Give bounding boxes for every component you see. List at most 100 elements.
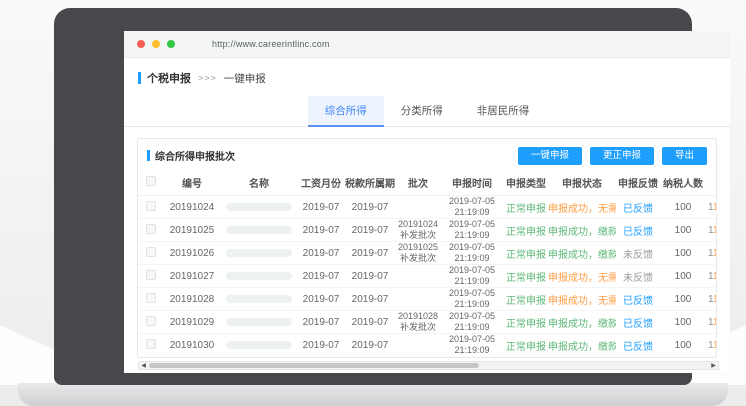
browser-address-bar[interactable]: http://www.careerintlinc.com <box>124 31 730 58</box>
cell-tax-period: 2019-07 <box>344 265 396 288</box>
cell-id: 20191029 <box>164 311 220 334</box>
export-button[interactable]: 导出 <box>662 147 707 165</box>
checkbox-icon[interactable] <box>146 339 156 349</box>
cell-declare-time: 2019-07-0521:19:09 <box>440 288 504 311</box>
cell-name <box>220 242 298 265</box>
redacted-name-bar <box>226 318 292 326</box>
laptop-frame: http://www.careerintlinc.com 个税申报 >>> 一键… <box>54 8 692 385</box>
checkbox-icon[interactable] <box>146 176 156 186</box>
window-minimize-icon[interactable] <box>152 40 160 48</box>
cell-declare-time: 2019-07-0521:19:09 <box>440 334 504 357</box>
cell-declare-status: 申报成功，缴款成功 <box>548 242 616 265</box>
cell-declare-feedback: 已反馈 <box>616 219 660 242</box>
scroll-right-icon[interactable]: ▶ <box>709 362 718 369</box>
redacted-name-bar <box>226 203 292 211</box>
cell-batch <box>396 288 440 311</box>
accent-bar-icon <box>147 150 150 161</box>
cell-declare-status: 申报成功，无需缴款 <box>548 265 616 288</box>
cell-taxpayer-count: 100 <box>660 196 706 219</box>
cell-declare-type: 正常申报 <box>504 219 548 242</box>
column-header-10: 纳税人数 <box>660 170 706 196</box>
table-row: 201910292019-072019-0720191028补发批次2019-0… <box>138 311 716 334</box>
cell-clipped-overflow: 11 <box>706 242 716 265</box>
horizontal-scrollbar[interactable]: ◀ ▶ <box>138 361 719 370</box>
cell-tax-period: 2019-07 <box>344 242 396 265</box>
income-type-tabs: 综合所得分类所得非居民所得 <box>124 96 730 127</box>
cell-taxpayer-count: 100 <box>660 311 706 334</box>
cell-tax-period: 2019-07 <box>344 196 396 219</box>
row-checkbox-cell[interactable] <box>138 265 164 288</box>
laptop-base <box>18 383 728 406</box>
cell-id: 20191026 <box>164 242 220 265</box>
laptop-screen: http://www.careerintlinc.com 个税申报 >>> 一键… <box>124 31 730 373</box>
select-all-checkbox[interactable] <box>138 170 164 196</box>
breadcrumb: 个税申报 >>> 一键申报 <box>138 70 730 86</box>
checkbox-icon[interactable] <box>146 224 156 234</box>
column-header-5: 批次 <box>396 170 440 196</box>
window-close-icon[interactable] <box>137 40 145 48</box>
cell-declare-feedback: 未反馈 <box>616 265 660 288</box>
cell-taxpayer-count: 100 <box>660 265 706 288</box>
cell-batch <box>396 196 440 219</box>
one-key-declare-button[interactable]: 一键申报 <box>518 147 582 165</box>
scroll-left-icon[interactable]: ◀ <box>139 362 148 369</box>
cell-id: 20191027 <box>164 265 220 288</box>
column-header-4: 税款所属期 <box>344 170 396 196</box>
scrollbar-thumb[interactable] <box>149 363 479 368</box>
panel-title: 综合所得申报批次 <box>147 148 235 163</box>
checkbox-icon[interactable] <box>146 293 156 303</box>
cell-batch: 20191025补发批次 <box>396 242 440 265</box>
tab-0[interactable]: 综合所得 <box>308 96 384 126</box>
table-row: 201910272019-072019-072019-07-0521:19:09… <box>138 265 716 288</box>
row-checkbox-cell[interactable] <box>138 288 164 311</box>
breadcrumb-page[interactable]: 一键申报 <box>224 71 266 86</box>
cell-clipped-overflow: 11 <box>706 196 716 219</box>
checkbox-icon[interactable] <box>146 201 156 211</box>
cell-clipped-overflow: 11 <box>706 288 716 311</box>
cell-batch: 20191028补发批次 <box>396 311 440 334</box>
table-row: 201910302019-072019-072019-07-0521:19:09… <box>138 334 716 357</box>
cell-wage-month: 2019-07 <box>298 334 344 357</box>
row-checkbox-cell[interactable] <box>138 334 164 357</box>
cell-declare-time: 2019-07-0521:19:09 <box>440 242 504 265</box>
batch-table: 编号名称工资月份税款所属期批次申报时间申报类型申报状态申报反馈纳税人数 2019… <box>138 170 716 357</box>
redacted-name-bar <box>226 226 292 234</box>
checkbox-icon[interactable] <box>146 270 156 280</box>
cell-batch <box>396 265 440 288</box>
url-text: http://www.careerintlinc.com <box>212 39 330 49</box>
cell-declare-type: 正常申报 <box>504 242 548 265</box>
cell-wage-month: 2019-07 <box>298 288 344 311</box>
batch-panel: 综合所得申报批次 一键申报更正申报导出 编号名称工资月份税款所属期批次申报时间申… <box>137 138 717 358</box>
checkbox-icon[interactable] <box>146 316 156 326</box>
cell-id: 20191028 <box>164 288 220 311</box>
row-checkbox-cell[interactable] <box>138 242 164 265</box>
cell-declare-type: 正常申报 <box>504 265 548 288</box>
table-row: 201910282019-072019-072019-07-0521:19:09… <box>138 288 716 311</box>
row-checkbox-cell[interactable] <box>138 219 164 242</box>
correct-declare-button[interactable]: 更正申报 <box>590 147 654 165</box>
redacted-name-bar <box>226 249 292 257</box>
cell-clipped-overflow: 11 <box>706 265 716 288</box>
tab-1[interactable]: 分类所得 <box>384 96 460 126</box>
cell-taxpayer-count: 100 <box>660 334 706 357</box>
cell-batch: 20191024补发批次 <box>396 219 440 242</box>
row-checkbox-cell[interactable] <box>138 311 164 334</box>
cell-declare-status: 申报成功，缴款成功 <box>548 311 616 334</box>
redacted-name-bar <box>226 341 292 349</box>
cell-id: 20191024 <box>164 196 220 219</box>
cell-declare-time: 2019-07-0521:19:09 <box>440 311 504 334</box>
cell-declare-feedback: 已反馈 <box>616 196 660 219</box>
cell-declare-status: 申报成功，无需缴款 <box>548 288 616 311</box>
column-header-3: 工资月份 <box>298 170 344 196</box>
tab-2[interactable]: 非居民所得 <box>460 96 547 126</box>
window-maximize-icon[interactable] <box>167 40 175 48</box>
cell-name <box>220 311 298 334</box>
panel-title-text: 综合所得申报批次 <box>155 148 235 163</box>
cell-declare-time: 2019-07-0521:19:09 <box>440 196 504 219</box>
checkbox-icon[interactable] <box>146 247 156 257</box>
row-checkbox-cell[interactable] <box>138 196 164 219</box>
cell-taxpayer-count: 100 <box>660 288 706 311</box>
cell-taxpayer-count: 100 <box>660 242 706 265</box>
cell-wage-month: 2019-07 <box>298 219 344 242</box>
cell-id: 20191025 <box>164 219 220 242</box>
